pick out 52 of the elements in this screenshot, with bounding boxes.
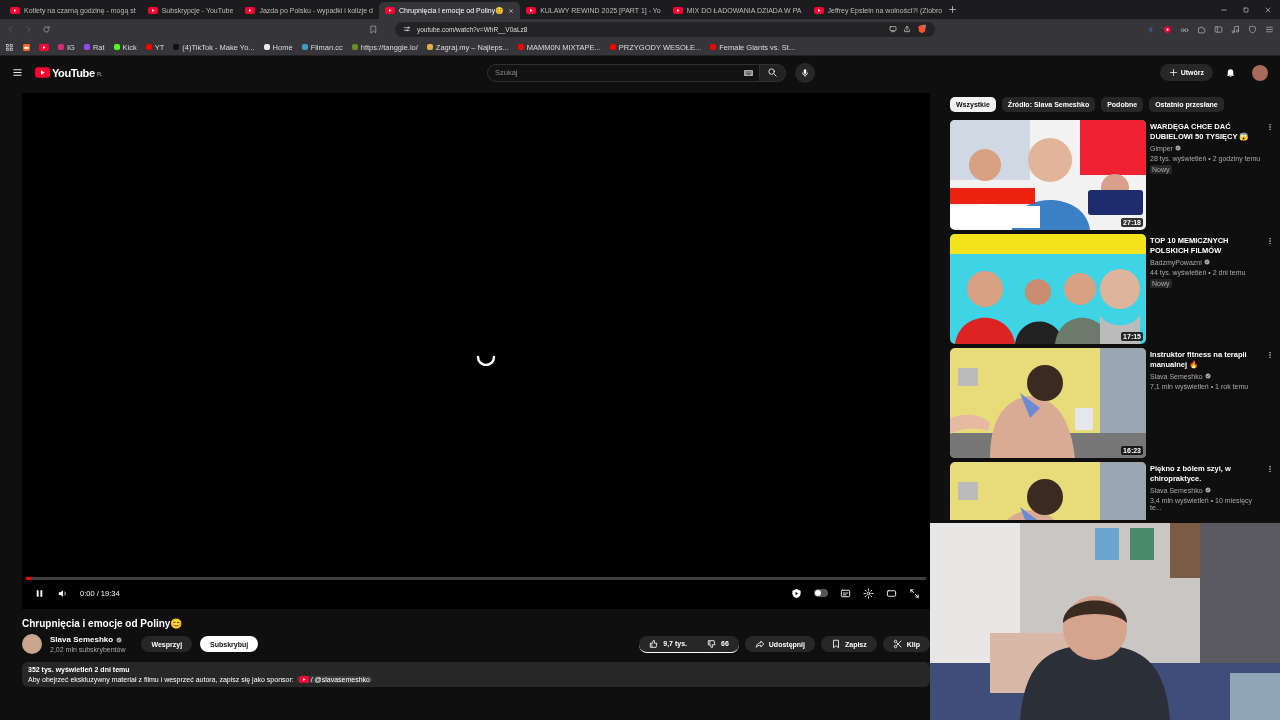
maximize-icon[interactable]: [1242, 5, 1250, 14]
plus-icon: [1168, 68, 1178, 77]
bookmark-icon[interactable]: [369, 24, 378, 34]
scissors-icon: [892, 639, 903, 649]
share-arrow-icon: [754, 639, 765, 649]
thumbs-down-icon: [707, 638, 717, 649]
more-icon[interactable]: [1266, 351, 1274, 359]
channel-avatar[interactable]: [22, 634, 42, 654]
more-icon[interactable]: [1266, 465, 1274, 473]
pause-icon[interactable]: [34, 587, 45, 599]
fullscreen-icon[interactable]: [909, 587, 920, 599]
more-icon[interactable]: [1266, 237, 1274, 245]
apps-grid-icon[interactable]: [5, 42, 14, 52]
record-icon[interactable]: [1163, 24, 1172, 34]
play-logo-icon: [147, 7, 158, 14]
bell-icon[interactable]: [1225, 67, 1236, 78]
bookmark-icon: [830, 639, 841, 649]
autoplay-toggle[interactable]: [814, 589, 828, 597]
bookmark-favicon-icon[interactable]: [23, 43, 30, 51]
new-tab-icon[interactable]: [948, 5, 958, 14]
sidebar-icon[interactable]: [1214, 24, 1223, 34]
share-icon[interactable]: [903, 25, 911, 33]
music-icon[interactable]: [1231, 24, 1240, 34]
shield-icon[interactable]: [1248, 24, 1257, 34]
play-logo-icon: [672, 7, 683, 14]
play-logo-icon: [813, 7, 824, 14]
subtitles-icon[interactable]: [840, 587, 851, 599]
menu-icon[interactable]: [12, 67, 23, 78]
avatar[interactable]: [1252, 64, 1268, 81]
install-icon[interactable]: [889, 25, 897, 33]
more-icon[interactable]: [1266, 123, 1274, 131]
play-logo-icon: [245, 7, 256, 14]
close-tab-icon[interactable]: [508, 7, 515, 14]
microphone-icon: [799, 67, 810, 78]
site-settings-icon[interactable]: [403, 25, 411, 33]
play-logo-icon: [526, 7, 537, 14]
voice-search-button[interactable]: [794, 62, 815, 83]
keyboard-icon[interactable]: [743, 69, 753, 76]
theater-mode-icon[interactable]: [886, 587, 897, 599]
search-button[interactable]: [759, 63, 786, 82]
play-logo-icon: [39, 43, 49, 51]
play-logo-icon: [10, 7, 20, 14]
channel-name[interactable]: Slava Semeshko: [50, 635, 114, 644]
reload-icon[interactable]: [42, 24, 51, 34]
close-window-icon[interactable]: [1264, 5, 1272, 14]
search-icon: [766, 67, 778, 78]
shield-play-icon[interactable]: [791, 587, 802, 599]
play-logo-icon: [298, 676, 309, 683]
video-title: Chrupnięcia i emocje od Poliny😊: [22, 618, 184, 629]
play-logo-icon: [385, 7, 396, 14]
shield-icon[interactable]: [917, 24, 927, 34]
thumbs-up-icon: [649, 638, 660, 649]
